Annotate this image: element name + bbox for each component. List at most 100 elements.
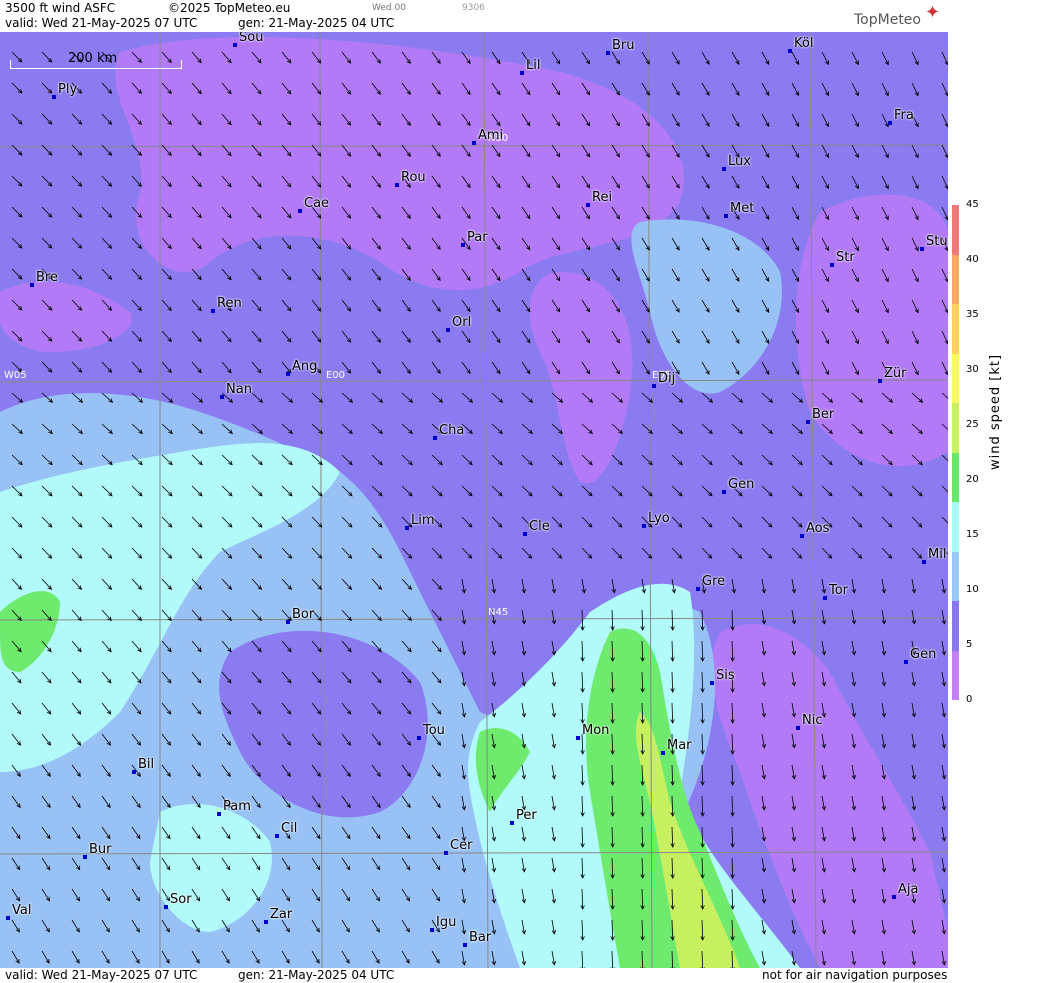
wind-arrow	[221, 361, 232, 374]
wind-arrow	[461, 485, 473, 497]
wind-arrow	[521, 454, 533, 466]
wind-arrow	[671, 82, 680, 96]
grid-label-w05: W05	[4, 370, 27, 381]
wind-map[interactable]: 200 km N50 N45 W05 E00 E05 Sou Bru Köl Lil P…	[0, 32, 948, 968]
wind-arrow	[821, 82, 829, 97]
city-label: Ren	[211, 296, 242, 313]
city-marker	[6, 916, 10, 920]
wind-arrow	[851, 175, 859, 190]
wind-arrow	[701, 51, 710, 65]
city-label: Mar	[661, 738, 692, 755]
city-marker	[417, 736, 421, 740]
wind-arrow	[730, 857, 735, 879]
legend-swatch	[952, 353, 959, 403]
wind-arrow	[341, 392, 354, 403]
wind-arrow	[791, 175, 800, 190]
wind-arrow	[251, 392, 264, 403]
city-label: Igu	[430, 915, 456, 932]
wind-arrow	[401, 454, 413, 466]
city-marker	[696, 587, 700, 591]
city-marker	[642, 524, 646, 528]
wind-arrow	[731, 82, 740, 96]
city-label: Cer	[444, 838, 472, 855]
wind-arrow	[11, 113, 23, 125]
legend-tick-label: 15	[966, 529, 979, 540]
wind-arrow	[791, 516, 803, 528]
city-label: Sou	[233, 32, 263, 47]
compass-star-icon: ✦	[925, 2, 941, 23]
wind-arrow	[641, 485, 653, 497]
wind-arrow	[761, 392, 774, 403]
wind-arrow	[251, 330, 262, 343]
wind-arrow	[461, 454, 473, 466]
wind-arrow	[851, 113, 859, 128]
wind-arrow	[761, 144, 770, 159]
city-marker	[806, 420, 810, 424]
wind-arrow	[191, 299, 202, 312]
wind-arrow	[251, 299, 262, 312]
wind-arrow	[911, 175, 919, 190]
wind-arrow	[761, 175, 770, 190]
wind-arrow	[671, 392, 684, 403]
wind-arrow	[281, 330, 292, 343]
wind-arrow	[311, 330, 322, 343]
wind-arrow	[461, 640, 466, 656]
wind-arrow	[491, 485, 503, 497]
city-marker	[395, 183, 399, 187]
city-label: Cha	[433, 423, 464, 440]
wind-arrow	[371, 454, 383, 466]
wind-arrow	[911, 82, 919, 97]
wind-arrow	[881, 671, 886, 687]
wind-arrow	[761, 82, 770, 97]
legend-tick-label: 10	[966, 584, 979, 595]
wind-arrow	[761, 237, 770, 252]
city-marker	[264, 920, 268, 924]
wind-arrow	[851, 547, 863, 559]
city-label: Gre	[696, 574, 725, 591]
legend-tick-label: 25	[966, 419, 979, 430]
wind-arrow	[341, 268, 352, 281]
wind-arrow	[761, 578, 766, 594]
wind-arrow	[701, 423, 713, 435]
city-label: Bur	[83, 842, 112, 859]
wind-arrow	[41, 175, 53, 187]
wind-arrow	[821, 144, 829, 159]
wind-arrow	[881, 547, 893, 559]
legend-tick-label: 20	[966, 474, 979, 485]
wind-arrow	[761, 206, 770, 221]
wind-arrow	[641, 423, 653, 435]
city-label: Sor	[164, 892, 192, 909]
city-marker	[788, 49, 792, 53]
city-label: Ami	[472, 128, 503, 145]
wind-arrow	[11, 392, 24, 403]
city-marker	[606, 51, 610, 55]
wind-arrow	[131, 361, 142, 374]
wind-arrow	[521, 268, 531, 282]
wind-arrow	[11, 175, 23, 187]
city-marker	[586, 203, 590, 207]
wind-arrow	[911, 485, 923, 497]
wind-arrow	[821, 454, 833, 466]
grid-label-n45: N45	[488, 607, 509, 618]
wind-arrow	[791, 361, 800, 376]
wind-arrow	[551, 547, 563, 559]
city-marker	[211, 309, 215, 313]
wind-arrow	[881, 82, 889, 97]
wind-arrow	[191, 268, 202, 281]
city-label: Rou	[395, 170, 426, 187]
wind-arrow	[401, 547, 413, 559]
wind-arrow	[101, 82, 113, 94]
disclaimer-text: not for air navigation purposes	[762, 968, 948, 982]
city-marker	[233, 43, 237, 47]
generation-time: gen: 21-May-2025 04 UTC	[238, 16, 395, 30]
legend-tick-label: 5	[966, 639, 973, 650]
wind-arrow	[371, 299, 381, 312]
legend-swatch	[952, 254, 959, 304]
wind-arrow	[431, 330, 441, 344]
footer-bar: valid: Wed 21-May-2025 07 UTC gen: 21-Ma…	[0, 968, 948, 983]
city-label: Cae	[298, 196, 329, 213]
city-marker	[461, 243, 465, 247]
wind-arrow	[761, 454, 773, 466]
wind-arrow	[851, 702, 856, 718]
wind-arrow	[730, 764, 735, 786]
